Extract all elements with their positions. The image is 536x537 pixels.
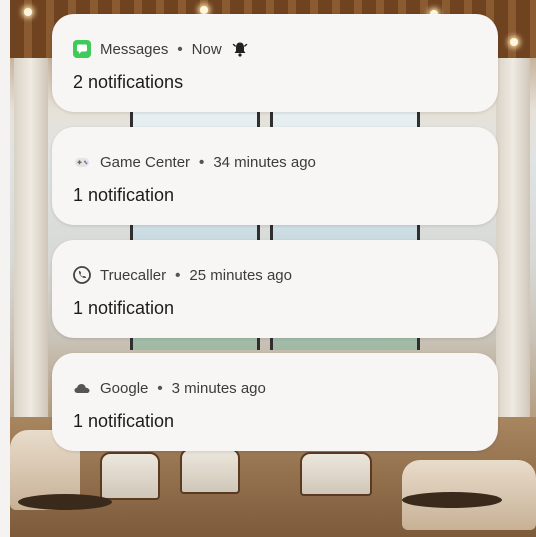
notification-time: Now	[191, 40, 222, 58]
notification-summary: 1 notification	[73, 298, 175, 318]
notification-summary: 2 notifications	[73, 72, 184, 92]
wallpaper-light	[510, 38, 518, 46]
notification-card-messages[interactable]: Messages • Now 2 notifications	[52, 14, 498, 112]
wallpaper-pillar	[496, 58, 530, 458]
app-name: Truecaller	[100, 266, 167, 284]
notification-summary: 1 notification	[73, 411, 175, 431]
notification-header: Messages • Now	[72, 38, 250, 60]
separator-dot: •	[199, 153, 205, 171]
separator-dot: •	[177, 40, 183, 58]
screen: Messages • Now 2 notifications Game Cent…	[0, 0, 536, 537]
wallpaper-light	[24, 8, 32, 16]
messages-icon	[72, 39, 92, 59]
app-name: Messages	[100, 40, 169, 58]
separator-dot: •	[157, 379, 163, 397]
notification-header: Game Center • 34 minutes ago	[72, 151, 316, 173]
notification-stack: Messages • Now 2 notifications Game Cent…	[52, 14, 498, 466]
notification-card-google[interactable]: Google • 3 minutes ago 1 notification	[52, 353, 498, 451]
wallpaper-table	[402, 492, 502, 508]
app-name: Google	[100, 379, 149, 397]
notification-header: Google • 3 minutes ago	[72, 377, 266, 399]
wallpaper-table	[18, 494, 112, 510]
notification-time: 3 minutes ago	[171, 379, 266, 397]
phone-call-icon	[72, 265, 92, 285]
notification-time: 25 minutes ago	[189, 266, 292, 284]
notification-time: 34 minutes ago	[213, 153, 316, 171]
wallpaper-light	[200, 6, 208, 14]
notification-header: Truecaller • 25 minutes ago	[72, 264, 292, 286]
app-name: Game Center	[100, 153, 191, 171]
notification-card-game-center[interactable]: Game Center • 34 minutes ago 1 notificat…	[52, 127, 498, 225]
wallpaper-pillar	[14, 58, 48, 458]
notification-card-truecaller[interactable]: Truecaller • 25 minutes ago 1 notificati…	[52, 240, 498, 338]
bell-alert-icon	[230, 39, 250, 59]
cloud-icon	[72, 378, 92, 398]
separator-dot: •	[175, 266, 181, 284]
game-controller-icon	[72, 152, 92, 172]
notification-summary: 1 notification	[73, 185, 175, 205]
